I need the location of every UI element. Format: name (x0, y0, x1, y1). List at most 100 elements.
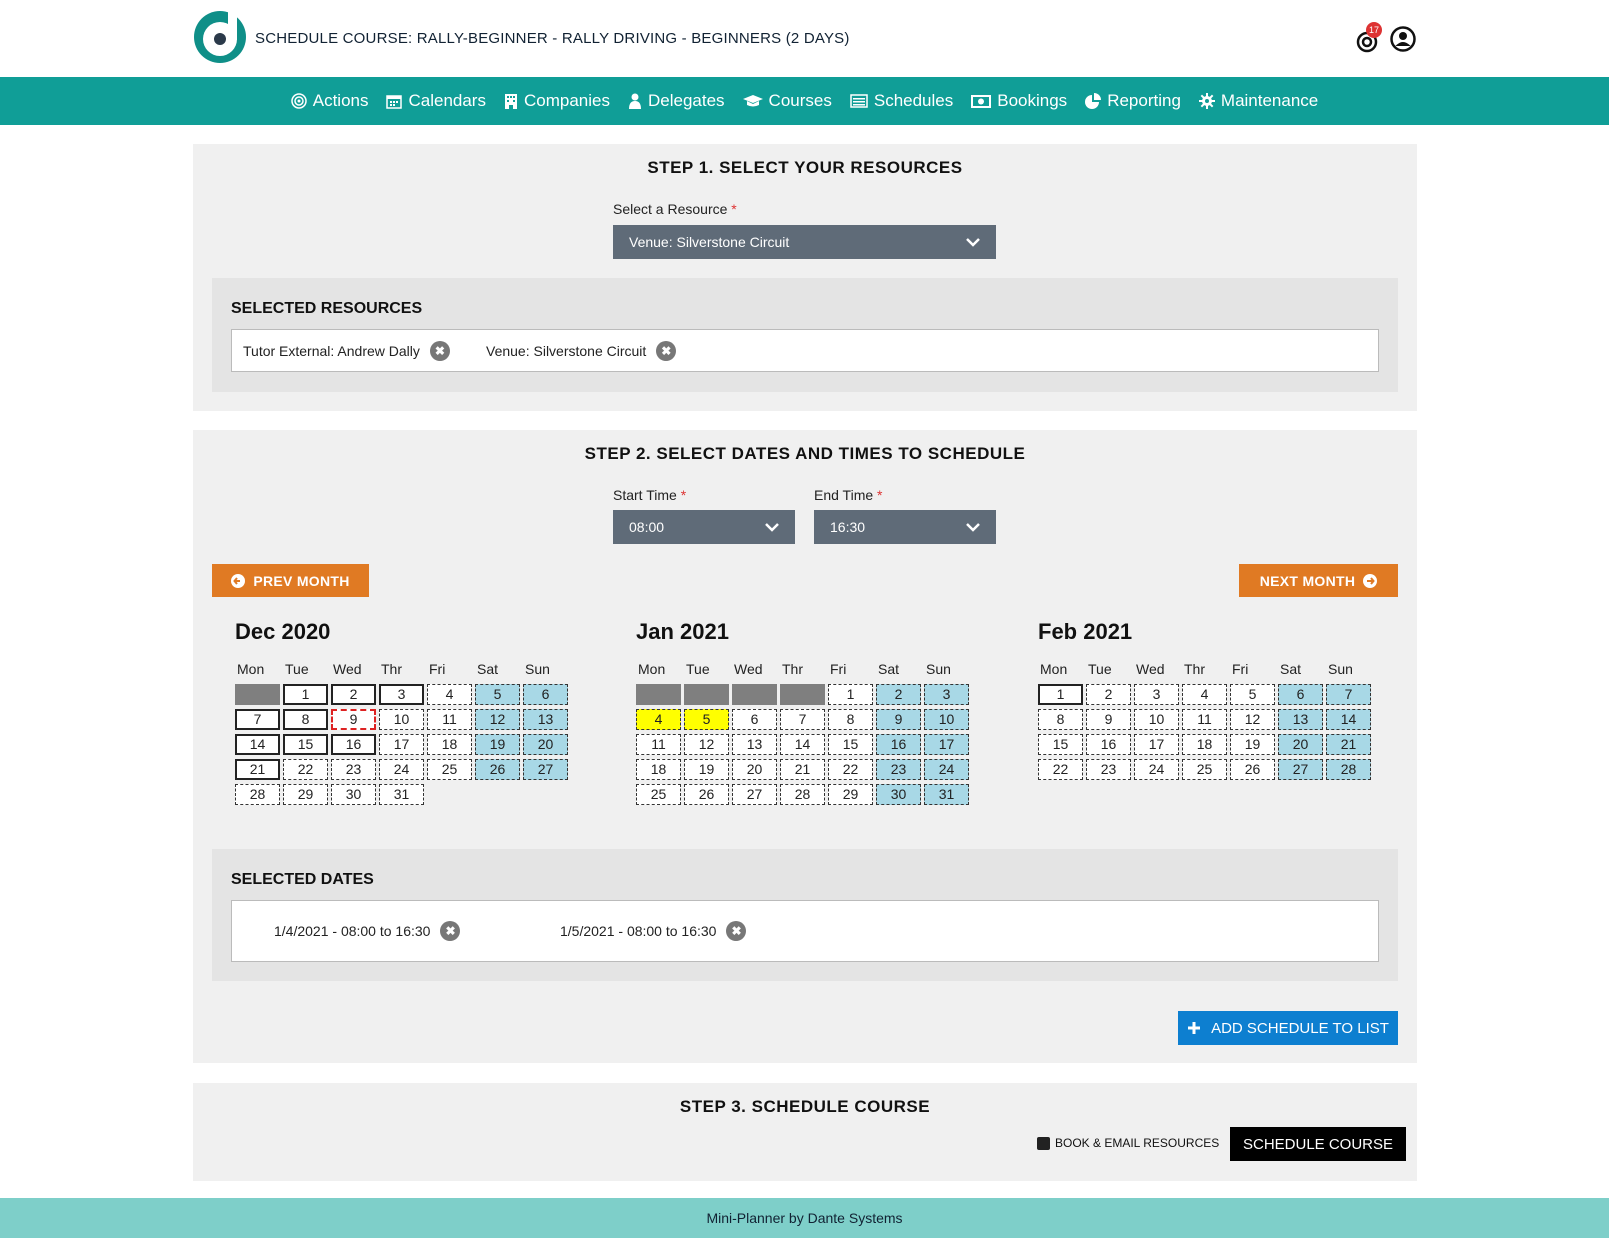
nav-calendars[interactable]: Calendars (386, 91, 486, 111)
calendar-day[interactable]: 14 (780, 734, 825, 755)
calendar-day[interactable]: 12 (1230, 709, 1275, 730)
calendar-day[interactable]: 29 (283, 784, 328, 805)
calendar-day[interactable]: 11 (427, 709, 472, 730)
end-time-select[interactable]: 16:30 (814, 510, 996, 544)
calendar-day[interactable]: 17 (379, 734, 424, 755)
calendar-day[interactable]: 1 (828, 684, 873, 705)
calendar-day[interactable]: 25 (636, 784, 681, 805)
next-month-button[interactable]: NEXT MONTH (1239, 564, 1398, 597)
nav-reporting[interactable]: Reporting (1085, 91, 1181, 111)
calendar-day[interactable]: 18 (427, 734, 472, 755)
calendar-day[interactable]: 5 (475, 684, 520, 705)
calendar-day[interactable]: 13 (523, 709, 568, 730)
calendar-day[interactable]: 27 (732, 784, 777, 805)
prev-month-button[interactable]: PREV MONTH (212, 564, 369, 597)
calendar-day[interactable]: 25 (1182, 759, 1227, 780)
calendar-day[interactable]: 16 (876, 734, 921, 755)
calendar-day[interactable]: 29 (828, 784, 873, 805)
calendar-day[interactable]: 21 (780, 759, 825, 780)
calendar-day[interactable]: 10 (379, 709, 424, 730)
remove-resource-button[interactable]: ✖ (656, 341, 677, 361)
calendar-day[interactable]: 11 (1182, 709, 1227, 730)
resource-select[interactable]: Venue: Silverstone Circuit (613, 225, 996, 259)
calendar-day[interactable]: 4 (1182, 684, 1227, 705)
calendar-day[interactable]: 2 (1086, 684, 1131, 705)
calendar-day[interactable]: 15 (283, 734, 328, 755)
calendar-day[interactable]: 21 (1326, 734, 1371, 755)
calendar-day[interactable]: 22 (1038, 759, 1083, 780)
calendar-day[interactable]: 19 (475, 734, 520, 755)
calendar-day[interactable]: 9 (331, 709, 376, 730)
calendar-day[interactable]: 15 (828, 734, 873, 755)
calendar-day[interactable]: 24 (379, 759, 424, 780)
calendar-day[interactable]: 1 (283, 684, 328, 705)
calendar-day[interactable]: 26 (1230, 759, 1275, 780)
calendar-day[interactable]: 20 (523, 734, 568, 755)
dante-logo[interactable] (193, 10, 247, 64)
calendar-day[interactable]: 14 (1326, 709, 1371, 730)
calendar-day[interactable]: 8 (828, 709, 873, 730)
calendar-day[interactable]: 7 (235, 709, 280, 730)
calendar-day[interactable]: 15 (1038, 734, 1083, 755)
start-time-select[interactable]: 08:00 (613, 510, 795, 544)
calendar-day[interactable]: 12 (475, 709, 520, 730)
calendar-day[interactable]: 10 (924, 709, 969, 730)
remove-date-button[interactable]: ✖ (726, 921, 747, 941)
calendar-day[interactable]: 23 (331, 759, 376, 780)
calendar-day[interactable]: 12 (684, 734, 729, 755)
user-icon[interactable] (1390, 26, 1416, 52)
calendar-day[interactable]: 11 (636, 734, 681, 755)
calendar-day[interactable]: 4 (427, 684, 472, 705)
nav-courses[interactable]: Courses (742, 91, 832, 111)
calendar-day[interactable]: 2 (876, 684, 921, 705)
calendar-day[interactable]: 9 (876, 709, 921, 730)
calendar-day[interactable]: 8 (283, 709, 328, 730)
calendar-day[interactable]: 28 (235, 784, 280, 805)
add-schedule-button[interactable]: ADD SCHEDULE TO LIST (1178, 1011, 1398, 1045)
calendar-day[interactable]: 24 (1134, 759, 1179, 780)
calendar-day[interactable]: 19 (1230, 734, 1275, 755)
calendar-day[interactable]: 28 (1326, 759, 1371, 780)
book-email-checkbox-row[interactable]: BOOK & EMAIL RESOURCES (1037, 1136, 1219, 1150)
calendar-day[interactable]: 3 (924, 684, 969, 705)
calendar-day[interactable]: 24 (924, 759, 969, 780)
calendar-day[interactable]: 13 (732, 734, 777, 755)
schedule-course-button[interactable]: SCHEDULE COURSE (1230, 1127, 1406, 1161)
book-email-checkbox[interactable] (1037, 1136, 1050, 1150)
calendar-day[interactable]: 7 (780, 709, 825, 730)
nav-bookings[interactable]: Bookings (971, 91, 1067, 111)
calendar-day[interactable]: 19 (684, 759, 729, 780)
calendar-day[interactable]: 2 (331, 684, 376, 705)
calendar-day[interactable]: 25 (427, 759, 472, 780)
nav-delegates[interactable]: Delegates (628, 91, 725, 111)
calendar-day[interactable]: 5 (1230, 684, 1275, 705)
calendar-day[interactable]: 3 (1134, 684, 1179, 705)
remove-date-button[interactable]: ✖ (440, 921, 461, 941)
calendar-day[interactable]: 27 (523, 759, 568, 780)
calendar-day[interactable]: 31 (924, 784, 969, 805)
calendar-day[interactable]: 1 (1038, 684, 1083, 705)
calendar-day[interactable]: 6 (732, 709, 777, 730)
nav-companies[interactable]: Companies (504, 91, 610, 111)
calendar-day[interactable]: 16 (1086, 734, 1131, 755)
calendar-day[interactable]: 13 (1278, 709, 1323, 730)
calendar-day[interactable]: 10 (1134, 709, 1179, 730)
calendar-day[interactable]: 18 (636, 759, 681, 780)
calendar-day[interactable]: 23 (1086, 759, 1131, 780)
calendar-day[interactable]: 9 (1086, 709, 1131, 730)
calendar-day[interactable]: 26 (684, 784, 729, 805)
calendar-day[interactable]: 20 (1278, 734, 1323, 755)
calendar-day[interactable]: 5 (684, 709, 729, 730)
calendar-day[interactable]: 23 (876, 759, 921, 780)
calendar-day[interactable]: 6 (1278, 684, 1323, 705)
calendar-day[interactable]: 16 (331, 734, 376, 755)
calendar-day[interactable]: 20 (732, 759, 777, 780)
calendar-day[interactable]: 14 (235, 734, 280, 755)
calendar-day[interactable]: 6 (523, 684, 568, 705)
calendar-day[interactable]: 30 (876, 784, 921, 805)
calendar-day[interactable]: 28 (780, 784, 825, 805)
calendar-day[interactable]: 22 (828, 759, 873, 780)
calendar-day[interactable]: 30 (331, 784, 376, 805)
calendar-day[interactable]: 22 (283, 759, 328, 780)
calendar-day[interactable]: 4 (636, 709, 681, 730)
